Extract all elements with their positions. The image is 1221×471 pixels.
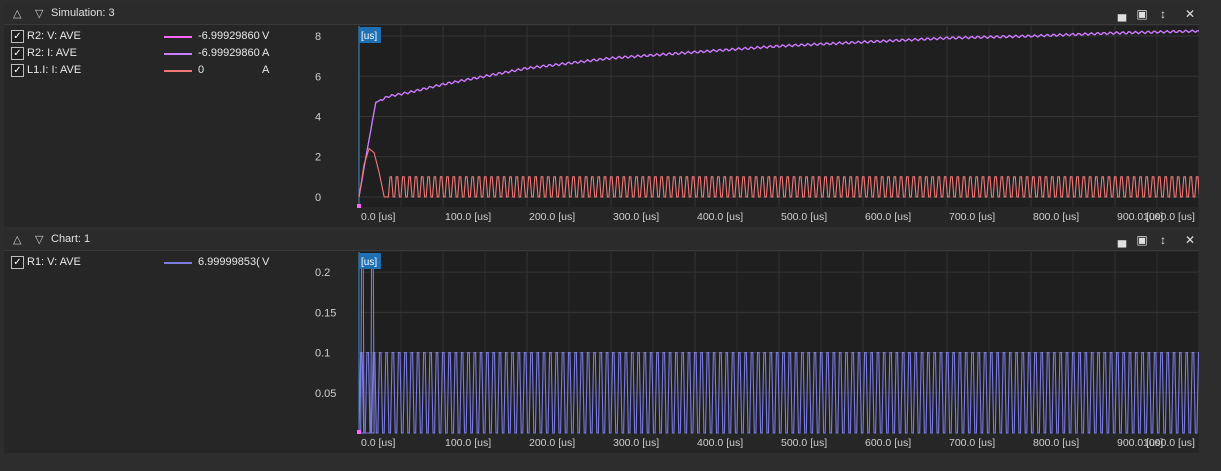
simulation-pane: △ ▽ Simulation: 3 ▄ ▣ ↕ ✕ ✓ R2: V: AVE -… xyxy=(4,4,1199,227)
x-tick-label: 700.0 [us] xyxy=(949,211,995,223)
checkbox-icon[interactable]: ✓ xyxy=(11,30,24,43)
chart-1-plot[interactable]: 0.05 0.1 0.15 0.2 0.0 [us] 100.0 [us] 200.0 [u… xyxy=(309,251,1199,453)
fit-icon[interactable]: ▣ xyxy=(1135,7,1149,21)
cursor-badge-label: [us] xyxy=(361,257,377,268)
checkbox-icon[interactable]: ✓ xyxy=(11,64,24,77)
minimize-icon[interactable]: ▄ xyxy=(1115,233,1129,247)
legend-value: -6.99929860 xyxy=(198,30,260,42)
legend-panel: ✓ R2: V: AVE -6.99929860 V ✓ R2: I: AVE … xyxy=(4,25,309,227)
y-tick-label: 8 xyxy=(315,31,321,43)
x-tick-label: 0.0 [us] xyxy=(361,437,396,449)
collapse-up-icon[interactable]: △ xyxy=(13,7,21,21)
y-tick-label: 2 xyxy=(315,152,321,164)
x-tick-label: 800.0 [us] xyxy=(1033,211,1079,223)
pane-title: Chart: 1 xyxy=(51,233,91,245)
legend-row[interactable]: ✓ R2: V: AVE -6.99929860 V xyxy=(4,28,309,44)
x-tick-label: 500.0 [us] xyxy=(781,437,827,449)
y-tick-label: 6 xyxy=(315,71,321,83)
x-tick-label: 1000.0 [us] xyxy=(1143,211,1195,223)
pane-title: Simulation: 3 xyxy=(51,7,115,19)
pane-titlebar: △ ▽ Chart: 1 ▄ ▣ ↕ ✕ xyxy=(4,230,1199,251)
checkbox-icon[interactable]: ✓ xyxy=(11,256,24,269)
legend-value: 6.99999853( xyxy=(198,256,260,268)
legend-color-line xyxy=(164,36,192,38)
legend-name: R2: V: AVE xyxy=(27,30,81,42)
x-tick-label: 400.0 [us] xyxy=(697,211,743,223)
y-tick-label: 4 xyxy=(315,112,321,124)
x-tick-label: 200.0 [us] xyxy=(529,211,575,223)
x-tick-label: 800.0 [us] xyxy=(1033,437,1079,449)
x-tick-label: 400.0 [us] xyxy=(697,437,743,449)
close-icon[interactable]: ✕ xyxy=(1183,233,1197,247)
legend-name: L1.I: I: AVE xyxy=(27,64,82,76)
x-tick-label: 500.0 [us] xyxy=(781,211,827,223)
legend-panel: ✓ R1: V: AVE 6.99999853( V xyxy=(4,251,309,453)
y-tick-label: 0 xyxy=(315,192,321,204)
legend-value: -6.99929860 xyxy=(198,47,260,59)
y-tick-label: 0.05 xyxy=(315,388,336,400)
x-tick-label: 200.0 [us] xyxy=(529,437,575,449)
legend-unit: V xyxy=(262,256,270,268)
legend-row[interactable]: ✓ L1.I: I: AVE 0 A xyxy=(4,62,309,78)
legend-color-line xyxy=(164,262,192,264)
legend-color-line xyxy=(164,70,192,72)
y-tick-label: 0.15 xyxy=(315,307,336,319)
legend-unit: V xyxy=(262,30,270,42)
autoscale-icon[interactable]: ↕ xyxy=(1156,233,1170,247)
cursor-marker xyxy=(357,204,361,208)
chart-pane: △ ▽ Chart: 1 ▄ ▣ ↕ ✕ ✓ R1: V: AVE 6.9999… xyxy=(4,230,1199,453)
expand-down-icon[interactable]: ▽ xyxy=(35,7,43,21)
legend-color-line xyxy=(164,53,192,55)
legend-name: R2: I: AVE xyxy=(27,47,77,59)
close-icon[interactable]: ✕ xyxy=(1183,7,1197,21)
x-tick-label: 100.0 [us] xyxy=(445,211,491,223)
legend-value: 0 xyxy=(198,64,205,76)
cursor-badge-label: [us] xyxy=(361,31,377,42)
pane-titlebar: △ ▽ Simulation: 3 ▄ ▣ ↕ ✕ xyxy=(4,4,1199,25)
x-tick-label: 100.0 [us] xyxy=(445,437,491,449)
simulation-chart[interactable]: 0 2 4 6 8 0.0 [us] 100.0 [us] 200.0 [us] 300.0 [… xyxy=(309,25,1199,227)
x-tick-label: 700.0 [us] xyxy=(949,437,995,449)
x-tick-label: 300.0 [us] xyxy=(613,211,659,223)
fit-icon[interactable]: ▣ xyxy=(1135,233,1149,247)
y-tick-label: 0.1 xyxy=(315,348,330,360)
x-tick-label: 600.0 [us] xyxy=(865,211,911,223)
collapse-up-icon[interactable]: △ xyxy=(13,233,21,247)
minimize-icon[interactable]: ▄ xyxy=(1115,7,1129,21)
checkbox-icon[interactable]: ✓ xyxy=(11,47,24,60)
legend-row[interactable]: ✓ R1: V: AVE 6.99999853( V xyxy=(4,254,309,270)
cursor-marker xyxy=(357,430,361,434)
y-tick-label: 0.2 xyxy=(315,267,330,279)
expand-down-icon[interactable]: ▽ xyxy=(35,233,43,247)
x-tick-label: 0.0 [us] xyxy=(361,211,396,223)
legend-unit: A xyxy=(262,64,270,76)
x-tick-label: 600.0 [us] xyxy=(865,437,911,449)
x-tick-label: 1000.0 [us] xyxy=(1143,437,1195,449)
autoscale-icon[interactable]: ↕ xyxy=(1156,7,1170,21)
legend-name: R1: V: AVE xyxy=(27,256,81,268)
x-tick-label: 300.0 [us] xyxy=(613,437,659,449)
legend-row[interactable]: ✓ R2: I: AVE -6.99929860 A xyxy=(4,45,309,61)
legend-unit: A xyxy=(262,47,270,59)
